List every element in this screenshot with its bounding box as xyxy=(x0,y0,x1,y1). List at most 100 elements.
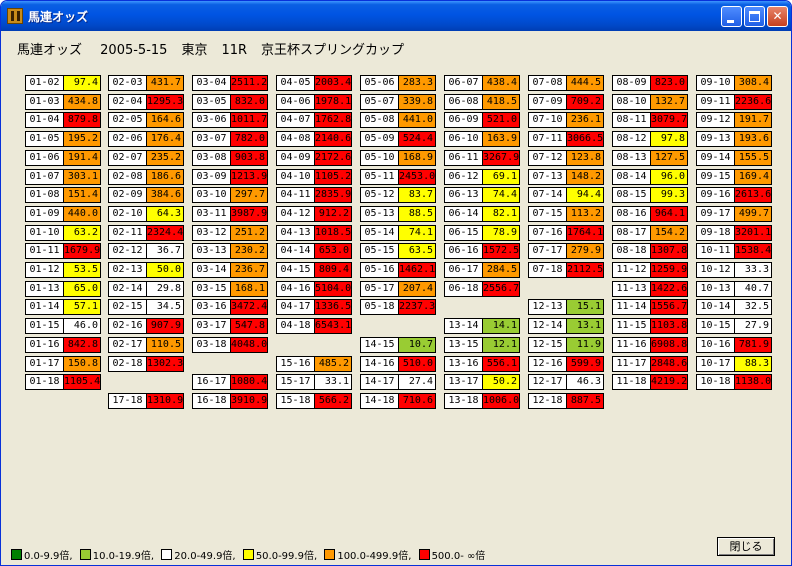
horse-pair-label: 02-14 xyxy=(108,281,147,297)
odds-value: 6543.1 xyxy=(315,318,352,334)
horse-pair-label: 03-08 xyxy=(192,150,231,166)
odds-cell: 01-03 434.8 xyxy=(25,94,101,110)
odds-value: 510.0 xyxy=(399,356,436,372)
horse-pair-label: 16-17 xyxy=(192,374,231,390)
odds-value: 823.0 xyxy=(651,75,688,91)
horse-pair-label: 12-15 xyxy=(528,337,567,353)
horse-pair-label: 07-17 xyxy=(528,243,567,259)
odds-value: 2112.5 xyxy=(567,262,604,278)
horse-pair-label: 09-12 xyxy=(696,112,735,128)
odds-value: 193.6 xyxy=(735,131,772,147)
horse-pair-label: 11-18 xyxy=(612,374,651,390)
horse-pair-label: 04-11 xyxy=(276,187,315,203)
horse-pair-label: 04-12 xyxy=(276,206,315,222)
horse-pair-label: 06-10 xyxy=(444,131,483,147)
odds-value: 27.4 xyxy=(399,374,436,390)
horse-pair-label: 05-10 xyxy=(360,150,399,166)
odds-cell: 08-13 127.5 xyxy=(612,150,688,166)
odds-value: 69.1 xyxy=(483,169,520,185)
horse-pair-label: 13-17 xyxy=(444,374,483,390)
odds-cell: 06-14 82.1 xyxy=(444,206,520,222)
horse-pair-label: 01-10 xyxy=(25,225,64,241)
odds-value: 832.0 xyxy=(231,94,268,110)
odds-value: 1295.3 xyxy=(147,94,184,110)
odds-cell: 07-13 148.2 xyxy=(528,169,604,185)
horse-pair-label: 14-18 xyxy=(360,393,399,409)
odds-cell: 05-18 2237.3 xyxy=(360,299,436,315)
odds-cell: 06-17 284.5 xyxy=(444,262,520,278)
odds-cell: 09-10 308.4 xyxy=(696,75,772,91)
horse-pair-label: 07-12 xyxy=(528,150,567,166)
odds-cell: 05-07 339.8 xyxy=(360,94,436,110)
odds-cell: 05-11 2453.0 xyxy=(360,169,436,185)
odds-value: 1006.0 xyxy=(483,393,520,409)
close-button[interactable]: 閉じる xyxy=(717,537,775,556)
horse-pair-label: 05-11 xyxy=(360,169,399,185)
odds-value: 842.8 xyxy=(64,337,101,353)
odds-cell: 09-14 155.5 xyxy=(696,150,772,166)
horse-pair-label: 09-14 xyxy=(696,150,735,166)
odds-value: 1011.7 xyxy=(231,112,268,128)
odds-value: 65.0 xyxy=(64,281,101,297)
odds-cell: 01-10 63.2 xyxy=(25,225,101,241)
odds-value: 88.3 xyxy=(735,356,772,372)
horse-pair-label: 13-14 xyxy=(444,318,483,334)
horse-pair-label: 02-05 xyxy=(108,112,147,128)
odds-value: 12.1 xyxy=(483,337,520,353)
odds-cell: 04-18 6543.1 xyxy=(276,318,352,334)
odds-value: 150.8 xyxy=(64,356,101,372)
odds-value: 1018.5 xyxy=(315,225,352,241)
odds-value: 53.5 xyxy=(64,262,101,278)
odds-cell: 13-18 1006.0 xyxy=(444,393,520,409)
odds-cell: 13-14 14.1 xyxy=(444,318,520,334)
horse-pair-label: 01-11 xyxy=(25,243,64,259)
horse-pair-label: 09-18 xyxy=(696,225,735,241)
odds-value: 123.8 xyxy=(567,150,604,166)
odds-value: 96.0 xyxy=(651,169,688,185)
odds-cell: 15-17 33.1 xyxy=(276,374,352,390)
odds-cell: 04-09 2172.6 xyxy=(276,150,352,166)
horse-pair-label: 10-11 xyxy=(696,243,735,259)
horse-pair-label: 13-18 xyxy=(444,393,483,409)
odds-cell: 05-12 83.7 xyxy=(360,187,436,203)
odds-cell: 03-07 782.0 xyxy=(192,131,268,147)
odds-value: 384.6 xyxy=(147,187,184,203)
odds-value: 547.8 xyxy=(231,318,268,334)
odds-cell: 11-18 4219.2 xyxy=(612,374,688,390)
horse-pair-label: 02-03 xyxy=(108,75,147,91)
horse-pair-label: 06-15 xyxy=(444,225,483,241)
odds-cell: 02-11 2324.4 xyxy=(108,225,184,241)
odds-cell: 03-10 297.7 xyxy=(192,187,268,203)
odds-value: 5104.0 xyxy=(315,281,352,297)
horse-pair-label: 06-08 xyxy=(444,94,483,110)
odds-cell: 09-13 193.6 xyxy=(696,131,772,147)
odds-cell: 07-18 2112.5 xyxy=(528,262,604,278)
legend-item: 50.0-99.9倍, xyxy=(242,547,317,562)
odds-value: 418.5 xyxy=(483,94,520,110)
odds-cell: 06-10 163.9 xyxy=(444,131,520,147)
horse-pair-label: 17-18 xyxy=(108,393,147,409)
odds-value: 809.4 xyxy=(315,262,352,278)
horse-pair-label: 05-15 xyxy=(360,243,399,259)
odds-value: 127.5 xyxy=(651,150,688,166)
odds-value: 912.2 xyxy=(315,206,352,222)
odds-value: 99.3 xyxy=(651,187,688,203)
horse-pair-label: 05-17 xyxy=(360,281,399,297)
odds-cell: 10-12 33.3 xyxy=(696,262,772,278)
odds-value: 113.2 xyxy=(567,206,604,222)
horse-pair-label: 04-07 xyxy=(276,112,315,128)
horse-pair-label: 01-07 xyxy=(25,169,64,185)
horse-pair-label: 07-13 xyxy=(528,169,567,185)
horse-pair-label: 12-18 xyxy=(528,393,567,409)
horse-pair-label: 15-16 xyxy=(276,356,315,372)
horse-pair-label: 01-13 xyxy=(25,281,64,297)
odds-cell: 03-16 3472.4 xyxy=(192,299,268,315)
odds-cell: 01-06 191.4 xyxy=(25,150,101,166)
odds-value: 3910.9 xyxy=(231,393,268,409)
odds-value: 11.9 xyxy=(567,337,604,353)
horse-pair-label: 06-07 xyxy=(444,75,483,91)
horse-pair-label: 03-14 xyxy=(192,262,231,278)
horse-pair-label: 08-15 xyxy=(612,187,651,203)
horse-pair-label: 04-08 xyxy=(276,131,315,147)
horse-pair-label: 07-18 xyxy=(528,262,567,278)
